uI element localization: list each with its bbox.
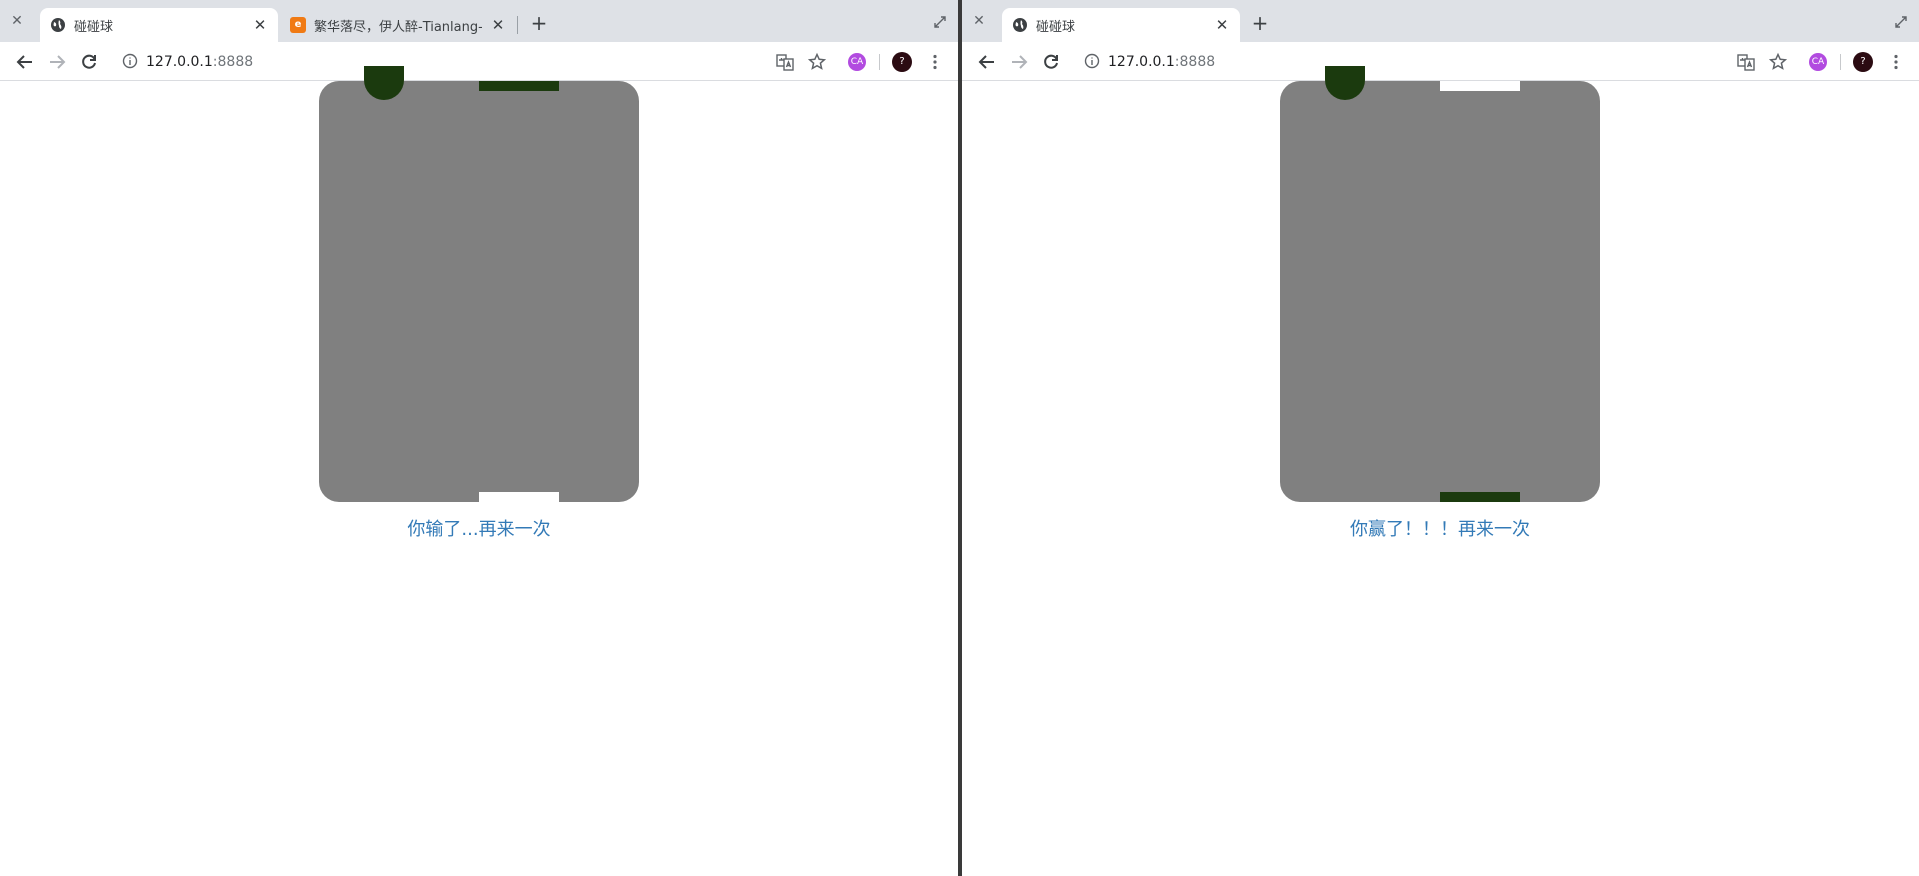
tab-pengpengqiu[interactable]: 碰碰球 ✕ xyxy=(1002,8,1240,42)
url-port: :8888 xyxy=(1174,54,1216,70)
toolbar: 127.0.0.1:8888 CA ? xyxy=(962,42,1919,81)
forward-icon[interactable] xyxy=(47,52,67,72)
result-text: 你输了... xyxy=(407,519,479,540)
top-paddle xyxy=(479,81,559,91)
tab-pengpengqiu[interactable]: 碰碰球 ✕ xyxy=(40,8,278,42)
info-icon[interactable] xyxy=(1084,53,1100,69)
back-icon[interactable] xyxy=(977,52,997,72)
tab-title: 碰碰球 xyxy=(1036,19,1076,35)
tab-tianlang[interactable]: e 繁华落尽，伊人醉-Tianlang-古代 ✕ xyxy=(280,8,516,42)
tab-strip: ✕ 碰碰球 ✕ + xyxy=(962,0,1919,42)
page-viewport: 你赢了！！！再来一次 xyxy=(962,66,1919,876)
globe-icon xyxy=(50,17,66,33)
tab-close-icon[interactable]: ✕ xyxy=(490,16,506,34)
site-icon: e xyxy=(290,17,306,33)
new-tab-button[interactable]: + xyxy=(1249,12,1271,34)
ball xyxy=(364,66,404,100)
new-tab-button[interactable]: + xyxy=(528,12,550,34)
top-paddle xyxy=(1440,81,1520,91)
star-icon[interactable] xyxy=(807,52,827,72)
info-icon[interactable] xyxy=(122,53,138,69)
page-viewport: 你输了...再来一次 xyxy=(0,66,958,876)
url-host: 127.0.0.1 xyxy=(146,54,213,70)
restore-window-icon[interactable] xyxy=(932,14,948,30)
url-host: 127.0.0.1 xyxy=(1108,54,1175,70)
tab-title: 碰碰球 xyxy=(74,19,114,35)
reload-icon[interactable] xyxy=(79,52,99,72)
restore-window-icon[interactable] xyxy=(1893,14,1909,30)
bottom-paddle xyxy=(479,492,559,502)
forward-icon[interactable] xyxy=(1009,52,1029,72)
address-bar[interactable]: 127.0.0.1:8888 xyxy=(1108,52,1215,72)
close-window-icon[interactable]: ✕ xyxy=(970,12,988,30)
toolbar-divider xyxy=(1840,54,1841,70)
tab-close-icon[interactable]: ✕ xyxy=(1214,16,1230,34)
translate-icon[interactable] xyxy=(1736,52,1756,72)
profile-avatar[interactable]: ? xyxy=(1853,52,1873,72)
ball xyxy=(1325,66,1365,100)
tab-strip: ✕ 碰碰球 ✕ e 繁华落尽，伊人醉-Tianlang-古代 ✕ + xyxy=(0,0,958,42)
back-icon[interactable] xyxy=(15,52,35,72)
browser-window-right: ✕ 碰碰球 ✕ + 127.0.0.1:8888 CA ? 你赢了！！！再来一次 xyxy=(962,0,1919,876)
game-board xyxy=(1280,66,1600,502)
close-window-icon[interactable]: ✕ xyxy=(8,12,26,30)
extension-ca-icon[interactable]: CA xyxy=(1809,53,1827,71)
toolbar: 127.0.0.1:8888 CA ? xyxy=(0,42,958,81)
globe-icon xyxy=(1012,17,1028,33)
browser-window-left: ✕ 碰碰球 ✕ e 繁华落尽，伊人醉-Tianlang-古代 ✕ + xyxy=(0,0,958,876)
menu-icon[interactable] xyxy=(925,52,945,72)
profile-avatar[interactable]: ? xyxy=(892,52,912,72)
address-bar[interactable]: 127.0.0.1:8888 xyxy=(146,52,253,72)
game-result: 你输了...再来一次 xyxy=(319,515,639,541)
toolbar-divider xyxy=(879,54,880,70)
tab-separator xyxy=(517,16,518,34)
tab-title: 繁华落尽，伊人醉-Tianlang-古代 xyxy=(314,19,482,35)
tab-close-icon[interactable]: ✕ xyxy=(252,16,268,34)
reload-icon[interactable] xyxy=(1041,52,1061,72)
menu-icon[interactable] xyxy=(1886,52,1906,72)
extension-ca-icon[interactable]: CA xyxy=(848,53,866,71)
url-port: :8888 xyxy=(212,54,254,70)
result-text: 你赢了！！！ xyxy=(1350,519,1458,540)
game-result: 你赢了！！！再来一次 xyxy=(1280,515,1600,541)
bottom-paddle xyxy=(1440,492,1520,502)
star-icon[interactable] xyxy=(1768,52,1788,72)
retry-link[interactable]: 再来一次 xyxy=(479,519,551,540)
game-board xyxy=(319,66,639,502)
retry-link[interactable]: 再来一次 xyxy=(1458,519,1530,540)
translate-icon[interactable] xyxy=(775,52,795,72)
